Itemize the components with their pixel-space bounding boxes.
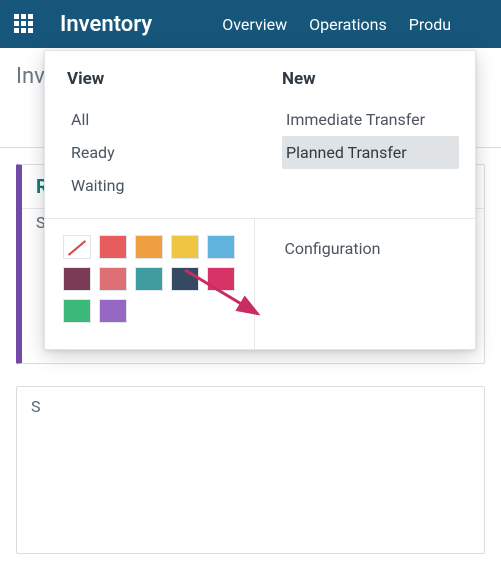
swatch-teal[interactable] — [135, 267, 163, 291]
swatch-red[interactable] — [99, 235, 127, 259]
card-subtext: S — [31, 397, 41, 416]
nav-products[interactable]: Produ — [409, 15, 451, 34]
view-heading: View — [67, 69, 244, 89]
new-planned-transfer[interactable]: Planned Transfer — [282, 136, 459, 169]
swatch-pink[interactable] — [99, 267, 127, 291]
new-heading: New — [282, 69, 459, 89]
swatch-green[interactable] — [63, 299, 91, 323]
color-swatches — [45, 219, 255, 349]
swatch-magenta[interactable] — [207, 267, 235, 291]
view-column: View All Ready Waiting — [45, 51, 260, 218]
view-all[interactable]: All — [67, 103, 244, 136]
swatch-purple[interactable] — [99, 299, 127, 323]
nav-overview[interactable]: Overview — [222, 15, 287, 34]
swatch-none[interactable] — [63, 235, 91, 259]
top-nav-bar: Inventory Overview Operations Produ — [0, 0, 501, 48]
swatch-orange[interactable] — [135, 235, 163, 259]
view-waiting[interactable]: Waiting — [67, 169, 244, 202]
swatch-yellow[interactable] — [171, 235, 199, 259]
apps-grid-icon[interactable] — [14, 14, 34, 34]
swatch-lightblue[interactable] — [207, 235, 235, 259]
receipts-popover: View All Ready Waiting New Immediate Tra… — [44, 50, 476, 350]
secondary-card: S — [16, 386, 485, 554]
new-immediate-transfer[interactable]: Immediate Transfer — [282, 103, 459, 136]
app-title[interactable]: Inventory — [60, 12, 152, 37]
nav-operations[interactable]: Operations — [309, 15, 387, 34]
swatch-navy[interactable] — [171, 267, 199, 291]
new-column: New Immediate Transfer Planned Transfer — [260, 51, 475, 218]
view-ready[interactable]: Ready — [67, 136, 244, 169]
configuration-link[interactable]: Configuration — [285, 239, 460, 258]
swatch-maroon[interactable] — [63, 267, 91, 291]
